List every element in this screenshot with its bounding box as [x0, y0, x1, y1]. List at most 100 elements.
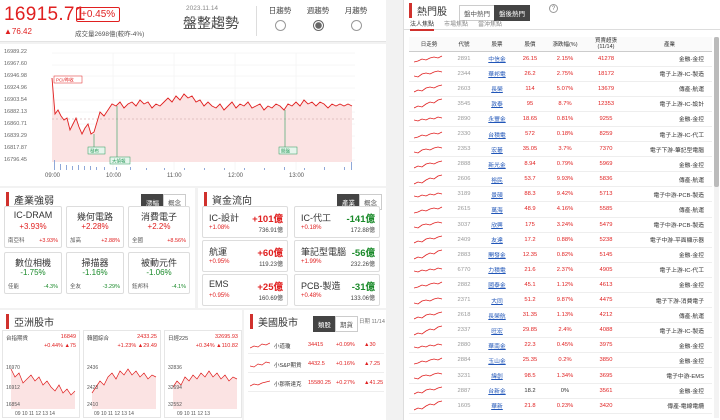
sector-card[interactable]: 數位相機 -1.75% 佳能 -4.3% — [4, 252, 62, 294]
stock-name[interactable]: 力積電 — [479, 262, 515, 278]
stock-name[interactable]: 永豐金 — [479, 111, 515, 127]
sector-card[interactable]: 幾何電路 +2.28% 加高 +2.88% — [66, 206, 124, 248]
stock-name[interactable]: 旺宏 — [479, 322, 515, 339]
scrollbar-thumb[interactable] — [714, 37, 719, 187]
stock-code[interactable]: 2882 — [449, 277, 479, 294]
stock-code[interactable]: 2353 — [449, 141, 479, 158]
help-icon[interactable]: ? — [549, 4, 558, 13]
table-row[interactable]: 2890 永豐金 18.65 0.81% 9255 金融-金控 — [409, 111, 712, 127]
table-row[interactable]: 2337 旺宏 29.85 2.4% 4088 電子上游-IC-製造 — [409, 322, 712, 339]
stock-code[interactable]: 3545 — [449, 96, 479, 112]
trend-option-month[interactable]: 月趨勢 — [339, 5, 373, 36]
stock-name[interactable]: 玉山金 — [479, 352, 515, 369]
subtab-institutional[interactable]: 法人焦點 — [410, 19, 435, 31]
stock-name[interactable]: 大同 — [479, 292, 515, 309]
table-row[interactable]: 2409 友達 17.2 0.88% 5238 電子中游-平面顯示器 — [409, 232, 712, 248]
stock-code[interactable]: 2344 — [449, 66, 479, 82]
stock-name[interactable]: 華邦電 — [479, 66, 515, 82]
radio-icon[interactable] — [274, 20, 286, 31]
column-header[interactable]: 漲跌幅(%) — [545, 37, 585, 52]
column-header[interactable]: 日走勢 — [409, 37, 449, 52]
scrollbar[interactable] — [714, 37, 719, 418]
stock-name[interactable]: 欣興 — [479, 217, 515, 233]
stock-name[interactable]: 萬海 — [479, 201, 515, 218]
stock-code[interactable]: 6770 — [449, 262, 479, 278]
stock-code[interactable]: 3037 — [449, 217, 479, 233]
stock-code[interactable]: 2330 — [449, 126, 479, 143]
market-mini-chart[interactable]: 台指期貨 16849 +0.44% ▲75 16970 16912 16854 … — [2, 330, 80, 418]
table-row[interactable]: 2884 玉山金 25.35 0.2% 3850 金融-金控 — [409, 352, 712, 369]
stock-name[interactable]: 宏碁 — [479, 141, 515, 158]
stock-code[interactable]: 2887 — [449, 383, 479, 399]
subtab-market[interactable]: 市場焦點 — [444, 19, 468, 28]
stock-code[interactable]: 2615 — [449, 201, 479, 218]
table-row[interactable]: 2883 開發金 12.35 0.82% 5145 金融-金控 — [409, 247, 712, 263]
stock-name[interactable]: 敦泰 — [479, 96, 515, 112]
stock-name[interactable]: 長榮航 — [479, 307, 515, 324]
radio-selected-icon[interactable] — [312, 20, 324, 31]
table-row[interactable]: 2330 台積電 572 0.18% 8259 電子上游-IC-代工 — [409, 126, 712, 143]
flow-card[interactable]: 筆記型電腦 -56億 +1.99% 232.26億 — [294, 240, 380, 272]
flow-card[interactable]: 航運 +60億 +0.95% 119.23億 — [202, 240, 288, 272]
column-header[interactable]: 股票 — [479, 37, 515, 52]
sector-card[interactable]: IC-DRAM +3.93% 南亞科 +3.93% — [4, 206, 62, 248]
stock-code[interactable]: 2883 — [449, 247, 479, 263]
stock-name[interactable]: 華南金 — [479, 337, 515, 354]
us-market-row[interactable]: 小那斯達克 15580.25 +0.27% ▲41.25 — [248, 374, 384, 392]
column-header[interactable]: 股價 — [515, 37, 545, 52]
stock-name[interactable]: 開發金 — [479, 247, 515, 263]
stock-name[interactable]: 緯創 — [479, 367, 515, 384]
stock-code[interactable]: 2371 — [449, 292, 479, 309]
stock-name[interactable]: 裕民 — [479, 171, 515, 188]
table-row[interactable]: 2887 台新金 18.2 0% 3561 金融-金控 — [409, 383, 712, 399]
table-row[interactable]: 2371 大同 51.2 9.87% 4475 電子下游-消費電子 — [409, 292, 712, 309]
table-row[interactable]: 2891 中信金 26.15 2.15% 41278 金融-金控 — [409, 51, 712, 67]
flow-card[interactable]: IC-代工 -141億 +0.18% 172.88億 — [294, 206, 380, 238]
us-market-row[interactable]: 小道瓊 34415 +0.09% ▲30 — [248, 336, 384, 354]
stock-code[interactable]: 2606 — [449, 171, 479, 188]
subtab-daytrade[interactable]: 當沖焦點 — [478, 19, 502, 28]
table-row[interactable]: 2353 宏碁 35.05 3.7% 7370 電子下游-筆記型電腦 — [409, 141, 712, 158]
table-row[interactable]: 2618 長榮航 31.35 1.13% 4212 傳產-航運 — [409, 307, 712, 324]
stock-code[interactable]: 2888 — [449, 156, 479, 173]
stock-name[interactable]: 新光金 — [479, 156, 515, 173]
table-row[interactable]: 3037 欣興 175 3.24% 5479 電子中游-PCB-製造 — [409, 217, 712, 233]
sector-card[interactable]: 被動元件 -1.06% 鈺邦科 -4.1% — [128, 252, 190, 294]
table-row[interactable]: 3545 敦泰 95 8.7% 12353 電子上游-IC-設計 — [409, 96, 712, 112]
stock-code[interactable]: 2603 — [449, 81, 479, 97]
table-row[interactable]: 2615 萬海 48.9 4.16% 5585 傳產-航運 — [409, 201, 712, 218]
sector-card[interactable]: 消費電子 +2.2% 全國 +8.56% — [128, 206, 190, 248]
column-header[interactable]: 買賣超張 (11/14) — [585, 37, 627, 52]
tab-sector[interactable]: 類股 — [313, 316, 336, 332]
table-row[interactable]: 1605 華新 21.8 0.23% 3420 傳產-電線電纜 — [409, 398, 712, 414]
stock-name[interactable]: 友達 — [479, 232, 515, 248]
stock-name[interactable]: 華新 — [479, 398, 515, 414]
stock-code[interactable]: 2891 — [449, 51, 479, 67]
stock-name[interactable]: 長榮 — [479, 81, 515, 97]
table-row[interactable]: 2344 華邦電 26.2 2.75% 18172 電子上游-IC-製造 — [409, 66, 712, 82]
table-row[interactable]: 2882 國泰金 45.1 1.12% 4613 金融-金控 — [409, 277, 712, 294]
stock-name[interactable]: 台積電 — [479, 126, 515, 143]
table-row[interactable]: 6770 力積電 21.6 2.37% 4905 電子上游-IC-代工 — [409, 262, 712, 278]
table-row[interactable]: 2888 新光金 8.94 0.79% 5969 金融-金控 — [409, 156, 712, 173]
stock-code[interactable]: 2409 — [449, 232, 479, 248]
stock-code[interactable]: 2890 — [449, 111, 479, 127]
table-row[interactable]: 3189 景碩 88.3 9.42% 5713 電子中游-PCB-製造 — [409, 186, 712, 203]
stock-code[interactable]: 3231 — [449, 367, 479, 384]
table-row[interactable]: 3231 緯創 98.5 1.34% 3695 電子中游-EMS — [409, 367, 712, 384]
flow-card[interactable]: IC-設計 +101億 +1.08% 736.91億 — [202, 206, 288, 238]
column-header[interactable]: 代號 — [449, 37, 479, 52]
market-mini-chart[interactable]: 韓國綜合 2433.25 +1.23% ▲29.49 2436 2423 241… — [83, 330, 161, 418]
table-row[interactable]: 2880 華南金 22.3 0.45% 3975 金融-金控 — [409, 337, 712, 354]
stock-name[interactable]: 中信金 — [479, 51, 515, 67]
trend-option-day[interactable]: 日趨勢 — [263, 5, 297, 36]
stock-code[interactable]: 2884 — [449, 352, 479, 369]
stock-code[interactable]: 2618 — [449, 307, 479, 324]
stock-name[interactable]: 國泰金 — [479, 277, 515, 294]
table-row[interactable]: 2606 裕民 53.7 9.93% 5836 傳產-航運 — [409, 171, 712, 188]
flow-card[interactable]: EMS +25億 +0.95% 160.69億 — [202, 274, 288, 306]
market-mini-chart[interactable]: 日經225 32695.93 +0.34% ▲110.82 32836 3269… — [164, 330, 242, 418]
stock-code[interactable]: 3189 — [449, 186, 479, 203]
flow-card[interactable]: PCB-製造 -31億 +0.48% 133.06億 — [294, 274, 380, 306]
stock-name[interactable]: 台新金 — [479, 383, 515, 399]
